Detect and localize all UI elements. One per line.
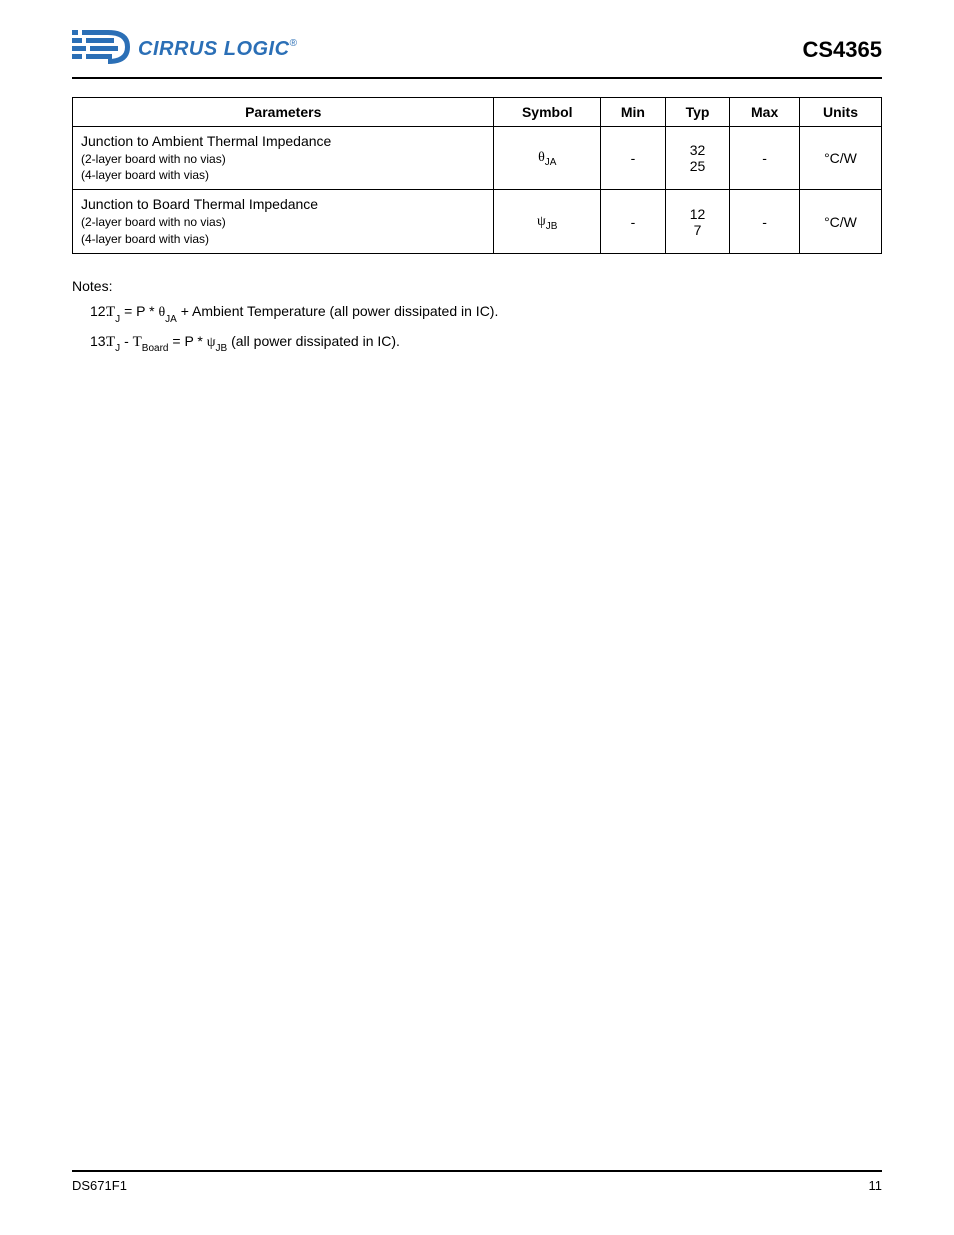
symbol-greek: ψ — [537, 214, 546, 229]
note-number: 13. — [72, 331, 106, 352]
footer-right: 11 — [869, 1178, 883, 1193]
logo-reg: ® — [290, 38, 297, 49]
note-number: 12. — [72, 301, 106, 322]
note-item: 12. TJ = P * θJA + Ambient Temperature (… — [72, 301, 882, 325]
header: CIRRUS LOGIC® CS4365 — [72, 28, 882, 71]
units-cell: °C/W — [799, 127, 881, 190]
typ-line1: 12 — [690, 206, 706, 222]
col-symbol: Symbol — [494, 98, 601, 127]
typ-cell: 12 7 — [665, 190, 729, 253]
logo: CIRRUS LOGIC® — [72, 28, 297, 71]
logo-text: CIRRUS LOGIC® — [138, 38, 297, 61]
param-sub: (2-layer board with no vias) (4-layer bo… — [81, 214, 485, 246]
table-row: Junction to Board Thermal Impedance (2-l… — [73, 190, 882, 253]
note-T-sub: J — [115, 343, 120, 354]
note-after: + Ambient Temperature (all power dissipa… — [181, 303, 499, 319]
note-T2-sub: Board — [142, 343, 169, 354]
min-cell: - — [601, 127, 666, 190]
logo-icon — [72, 28, 132, 71]
symbol-cell: θJA — [494, 127, 601, 190]
note-greek-sub: JA — [165, 314, 177, 325]
typ-line2: 25 — [690, 158, 706, 174]
logo-text-label: CIRRUS LOGIC — [138, 38, 290, 60]
note-after: (all power dissipated in IC). — [231, 333, 400, 349]
symbol-greek: θ — [538, 150, 545, 165]
max-cell: - — [730, 190, 800, 253]
notes-title: Notes: — [72, 276, 882, 297]
typ-cell: 32 25 — [665, 127, 729, 190]
col-typ: Typ — [665, 98, 729, 127]
col-max: Max — [730, 98, 800, 127]
min-cell: - — [601, 190, 666, 253]
footer-left: DS671F1 — [72, 1178, 127, 1193]
notes-block: Notes: 12. TJ = P * θJA + Ambient Temper… — [72, 276, 882, 355]
note-T-sub: J — [115, 314, 120, 325]
symbol-sub: JA — [545, 157, 557, 168]
note-greek-sub: JB — [216, 343, 228, 354]
note-T: T — [106, 334, 115, 350]
col-units: Units — [799, 98, 881, 127]
note-greek: ψ — [207, 335, 216, 350]
footer: DS671F1 11 — [72, 1170, 882, 1193]
note-T2: T — [133, 334, 142, 350]
table-header-row: Parameters Symbol Min Typ Max Units — [73, 98, 882, 127]
col-parameters: Parameters — [73, 98, 494, 127]
note-body: TJ - TBoard = P * ψJB (all power dissipa… — [106, 331, 882, 355]
note-mid: - — [124, 333, 133, 349]
typ-line1: 32 — [690, 142, 706, 158]
note-mid: = P * — [124, 303, 158, 319]
param-cell: Junction to Board Thermal Impedance (2-l… — [73, 190, 494, 253]
note-body: TJ = P * θJA + Ambient Temperature (all … — [106, 301, 882, 325]
param-sub: (2-layer board with no vias) (4-layer bo… — [81, 151, 485, 183]
typ-line2: 7 — [694, 222, 702, 238]
note-T: T — [106, 304, 115, 320]
col-min: Min — [601, 98, 666, 127]
param-main: Junction to Ambient Thermal Impedance — [81, 133, 331, 149]
units-cell: °C/W — [799, 190, 881, 253]
symbol-sub: JB — [546, 220, 558, 231]
part-number: CS4365 — [802, 37, 882, 63]
param-main: Junction to Board Thermal Impedance — [81, 196, 318, 212]
symbol-cell: ψJB — [494, 190, 601, 253]
note-eq: = P * — [172, 333, 206, 349]
thermal-table: Parameters Symbol Min Typ Max Units Junc… — [72, 97, 882, 254]
max-cell: - — [730, 127, 800, 190]
header-divider — [72, 77, 882, 79]
table-row: Junction to Ambient Thermal Impedance (2… — [73, 127, 882, 190]
note-item: 13. TJ - TBoard = P * ψJB (all power dis… — [72, 331, 882, 355]
param-cell: Junction to Ambient Thermal Impedance (2… — [73, 127, 494, 190]
